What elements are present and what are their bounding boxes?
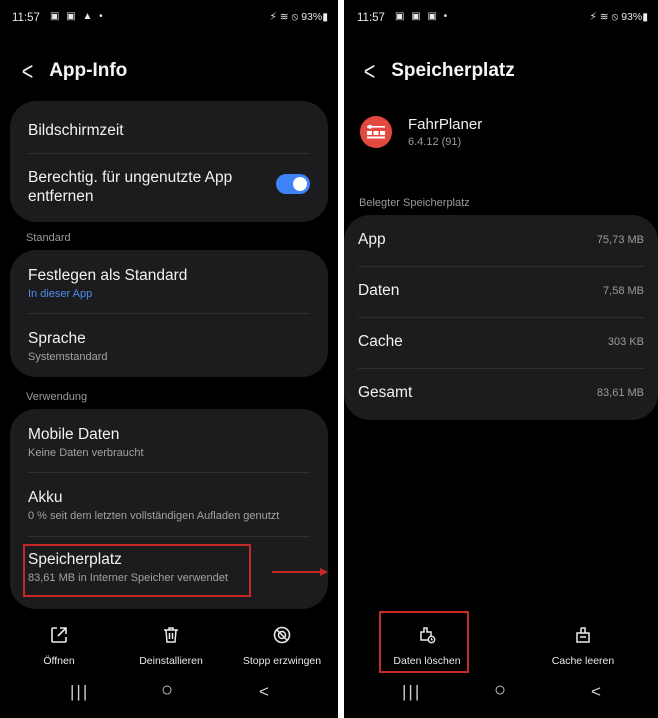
storage-screen: 11:57 ▣ ▣ ▣ • ⚡ ≋ ⦸ 93%▮ < Speicherplatz…: [344, 0, 658, 718]
system-nav-bar: ||| ○ <: [0, 679, 338, 718]
nav-back-button[interactable]: <: [591, 682, 601, 702]
battery-item[interactable]: Akku 0 % seit dem letzten vollständigen …: [28, 488, 310, 522]
open-icon: [26, 625, 92, 649]
back-icon[interactable]: <: [364, 58, 375, 84]
section-standard: Standard: [26, 232, 71, 244]
system-status-icons: ⚡ ≋ ⦸ 93%▮: [589, 11, 648, 23]
open-button[interactable]: Öffnen: [26, 625, 92, 667]
divider: [28, 536, 310, 537]
home-button[interactable]: ○: [494, 679, 506, 702]
page-title: Speicherplatz: [391, 60, 515, 81]
force-stop-button[interactable]: Stopp erzwingen: [232, 625, 332, 667]
battery-value: 0 % seit dem letzten vollständigen Aufla…: [28, 510, 280, 522]
mobile-data-item[interactable]: Mobile Daten Keine Daten verbraucht: [28, 425, 310, 459]
divider: [28, 472, 310, 473]
system-status-icons: ⚡ ≋ ⦸ 93%▮: [269, 11, 328, 23]
screen-time-label: Bildschirmzeit: [28, 122, 124, 139]
screen-time-item[interactable]: Bildschirmzeit: [28, 121, 310, 140]
remove-permissions-item[interactable]: Berechtig. für ungenutzte App entfernen: [28, 168, 310, 206]
storage-row-value: 83,61 MB: [596, 387, 644, 399]
divider: [28, 153, 310, 154]
back-icon[interactable]: <: [22, 58, 33, 84]
mobile-data-value: Keine Daten verbraucht: [28, 447, 144, 459]
set-default-label: Festlegen als Standard: [28, 267, 188, 284]
storage-row-total: Gesamt 83,61 MB: [358, 368, 644, 419]
recents-button[interactable]: |||: [70, 682, 89, 702]
uninstall-label: Deinstallieren: [139, 655, 203, 667]
home-button[interactable]: ○: [161, 679, 173, 702]
status-bar: 11:57 ▣ ▣ ▲ • ⚡ ≋ ⦸ 93%▮: [0, 0, 338, 34]
set-default-item[interactable]: Festlegen als Standard In dieser App: [28, 266, 310, 300]
action-bar: Öffnen Deinstallieren Stopp erzwingen: [0, 625, 338, 675]
status-time: 11:57: [357, 12, 385, 24]
storage-row-label: Gesamt: [358, 384, 413, 401]
clear-cache-button[interactable]: Cache leeren: [540, 625, 626, 667]
recents-button[interactable]: |||: [402, 682, 421, 702]
clear-cache-label: Cache leeren: [551, 655, 615, 667]
trash-icon: [128, 625, 214, 649]
app-icon: [360, 116, 392, 148]
status-time: 11:57: [12, 12, 40, 24]
mobile-data-label: Mobile Daten: [28, 426, 120, 443]
uninstall-button[interactable]: Deinstallieren: [128, 625, 214, 667]
storage-row-cache: Cache 303 KB: [358, 317, 644, 368]
highlight-arrow-head: [320, 568, 328, 576]
storage-row-value: 303 KB: [607, 336, 644, 348]
language-value: Systemstandard: [28, 351, 108, 363]
storage-row-label: Cache: [358, 333, 403, 350]
usage-card: Bildschirmzeit Berechtig. für ungenutzte…: [10, 101, 328, 222]
storage-highlight-box: [23, 544, 251, 597]
force-stop-label: Stopp erzwingen: [242, 655, 322, 667]
notification-icons: ▣ ▣ ▣ •: [395, 11, 450, 22]
app-info-screen: 11:57 ▣ ▣ ▲ • ⚡ ≋ ⦸ 93%▮ < App-Info Bild…: [0, 0, 338, 718]
storage-row-label: Daten: [358, 282, 400, 299]
highlight-arrow-line: [272, 571, 322, 573]
status-bar: 11:57 ▣ ▣ ▣ • ⚡ ≋ ⦸ 93%▮: [344, 0, 658, 34]
toggle-knob: [293, 177, 307, 191]
section-usage: Verwendung: [26, 391, 88, 403]
storage-card: App 75,73 MB Daten 7,58 MB Cache 303 KB …: [344, 215, 658, 420]
page-title: App-Info: [49, 60, 128, 81]
storage-row-label: App: [358, 231, 386, 248]
header: < Speicherplatz: [362, 58, 515, 84]
open-label: Öffnen: [43, 655, 75, 667]
battery-label: Akku: [28, 489, 63, 506]
language-item[interactable]: Sprache Systemstandard: [28, 329, 310, 363]
system-nav-bar: ||| ○ <: [344, 679, 658, 718]
storage-row-value: 75,73 MB: [596, 234, 644, 246]
nav-back-button[interactable]: <: [259, 682, 269, 702]
remove-permissions-toggle[interactable]: [276, 174, 310, 194]
stop-icon: [232, 625, 332, 649]
header: < App-Info: [20, 58, 128, 84]
language-label: Sprache: [28, 330, 86, 347]
storage-row-data: Daten 7,58 MB: [358, 266, 644, 317]
remove-permissions-label: Berechtig. für ungenutzte App entfernen: [28, 169, 233, 205]
clear-data-highlight-box: [379, 611, 469, 673]
notification-icons: ▣ ▣ ▲ •: [50, 11, 105, 22]
section-used-storage: Belegter Speicherplatz: [359, 197, 470, 209]
clear-cache-icon: [540, 625, 626, 649]
storage-row-value: 7,58 MB: [603, 285, 644, 297]
standard-card: Festlegen als Standard In dieser App Spr…: [10, 250, 328, 377]
set-default-value: In dieser App: [28, 288, 93, 300]
app-header: FahrPlaner 6.4.12 (91): [360, 116, 482, 148]
divider: [28, 313, 310, 314]
app-version: 6.4.12 (91): [408, 136, 462, 148]
storage-row-app: App 75,73 MB: [358, 215, 644, 266]
app-name: FahrPlaner: [408, 116, 483, 133]
